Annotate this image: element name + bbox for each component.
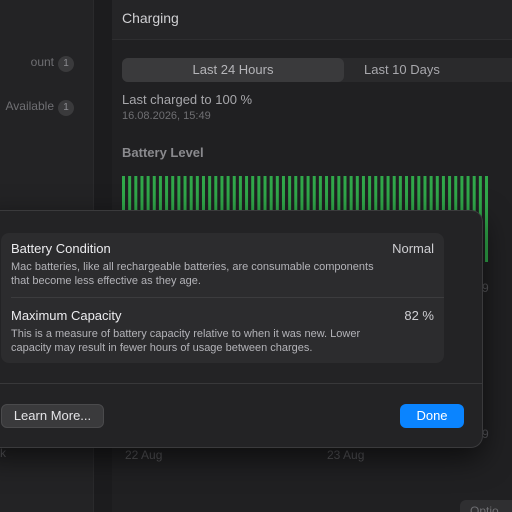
maximum-capacity-description: This is a measure of battery capacity re… [11,328,361,354]
battery-condition-title: Battery Condition [11,241,111,256]
axis-label: 9 [482,281,489,295]
segment-last-10-days[interactable]: Last 10 Days [344,58,512,82]
last-charged-time: 16.08.2026, 15:49 [122,110,211,122]
sidebar-back-label: ck [0,446,6,460]
maximum-capacity-value: 82 % [404,308,434,323]
options-button[interactable]: Optio [460,500,512,512]
sidebar-item[interactable]: Available 1 [0,99,94,119]
time-range-segmented-control: Last 24 Hours Last 10 Days [122,58,512,82]
battery-level-title: Battery Level [122,145,204,160]
battery-health-info: Battery Condition Normal Mac batteries, … [1,233,444,363]
sidebar-item[interactable]: ount 1 [0,55,94,75]
battery-condition-description: Mac batteries, like all rechargeable bat… [11,261,374,287]
battery-health-sheet: Battery Condition Normal Mac batteries, … [0,210,483,448]
date-label: 23 Aug [327,448,365,462]
segment-last-24-hours[interactable]: Last 24 Hours [122,58,344,82]
sidebar-item-count-badge: 1 [58,56,74,72]
date-label: 22 Aug [125,448,163,462]
done-button[interactable]: Done [400,404,464,428]
battery-level-bar [485,176,488,262]
sidebar-item-label: Available [5,99,54,113]
axis-label: 9 [482,427,489,441]
last-charged-label: Last charged to 100 % [122,92,253,107]
maximum-capacity-title: Maximum Capacity [11,308,122,323]
row-divider [11,297,444,298]
battery-condition-value: Normal [392,241,434,256]
sheet-divider [0,383,482,384]
sidebar-item-count-badge: 1 [58,100,74,116]
charging-title: Charging [122,10,179,26]
sidebar-item-label: ount [30,55,54,69]
learn-more-button[interactable]: Learn More... [1,404,104,428]
